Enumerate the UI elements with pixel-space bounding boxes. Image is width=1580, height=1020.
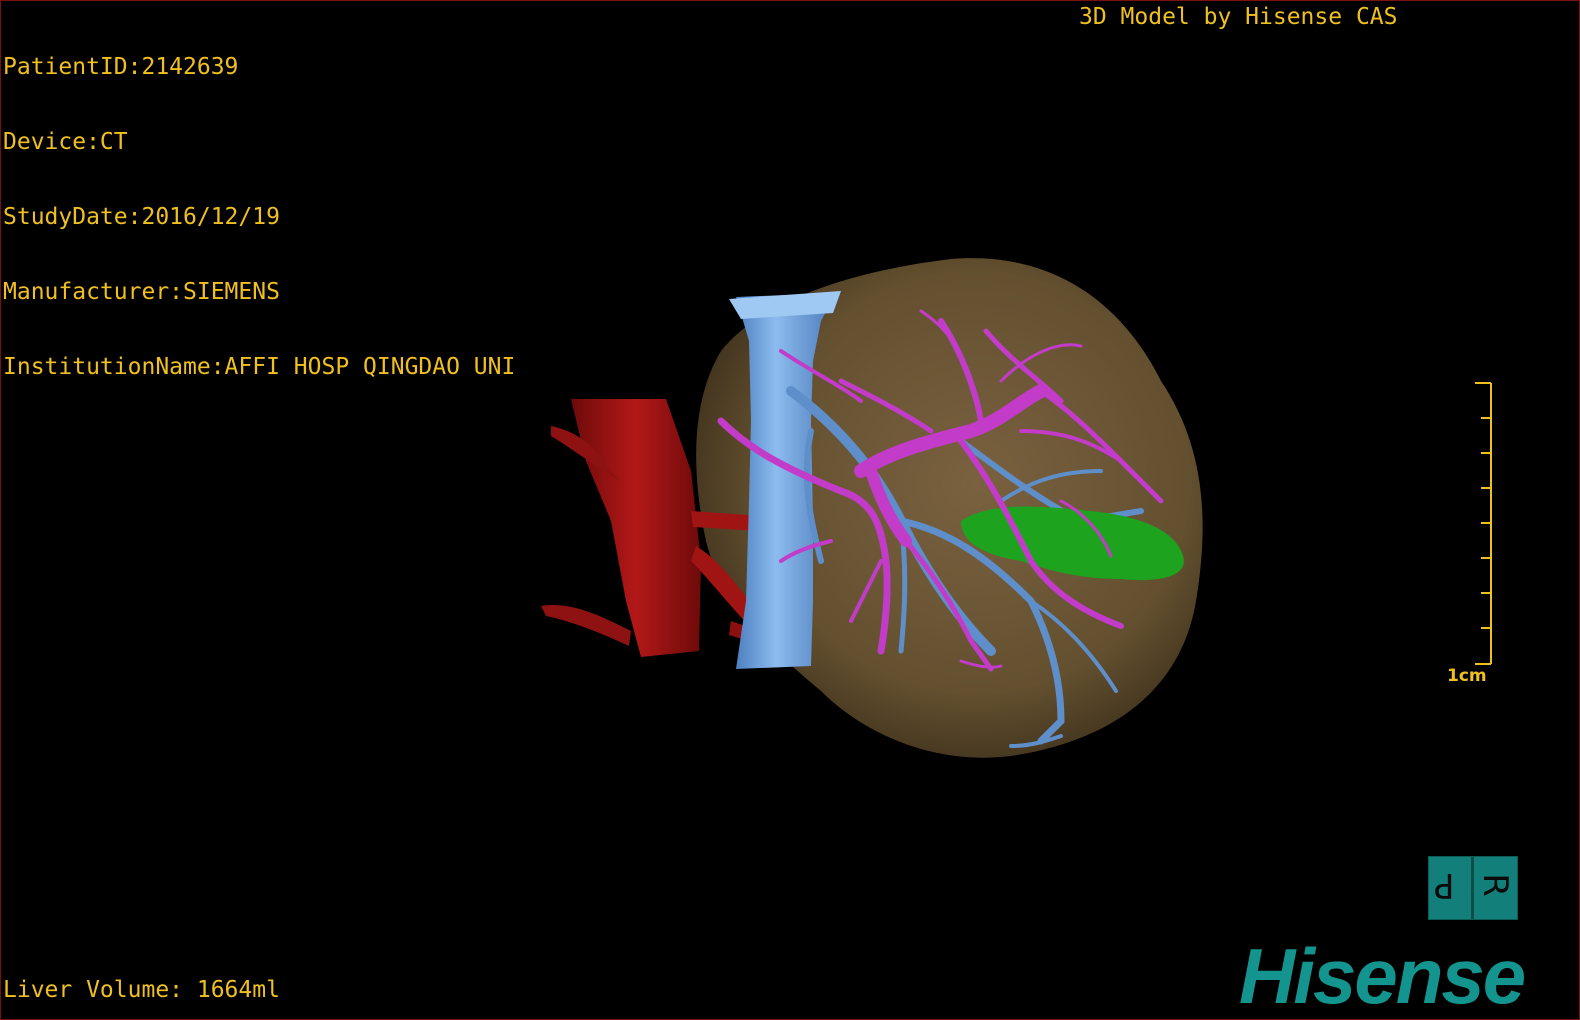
- hisense-logo: Hisense: [1239, 932, 1526, 1020]
- scale-bar: [1475, 382, 1492, 665]
- model-credit: 3D Model by Hisense CAS: [1079, 4, 1398, 30]
- cube-face-right: R: [1474, 873, 1515, 897]
- cube-edge: [1471, 857, 1474, 919]
- liver-volume: Liver Volume: 1664ml: [3, 977, 280, 1003]
- orientation-cube-icon[interactable]: P R: [1428, 856, 1518, 920]
- manufacturer: Manufacturer:SIEMENS: [3, 279, 280, 305]
- render-viewport[interactable]: PatientID:2142639 Device:CT StudyDate:20…: [0, 0, 1580, 1020]
- cube-face-posterior: P: [1434, 865, 1455, 905]
- dicom-info: PatientID:2142639 Device:CT StudyDate:20…: [3, 5, 515, 430]
- patient-id: PatientID:2142639: [3, 54, 239, 80]
- scale-bar-label: 1cm: [1447, 666, 1487, 686]
- device: Device:CT: [3, 129, 128, 155]
- institution-name: InstitutionName:AFFI HOSP QINGDAO UNI: [3, 354, 516, 380]
- study-date: StudyDate:2016/12/19: [3, 204, 280, 230]
